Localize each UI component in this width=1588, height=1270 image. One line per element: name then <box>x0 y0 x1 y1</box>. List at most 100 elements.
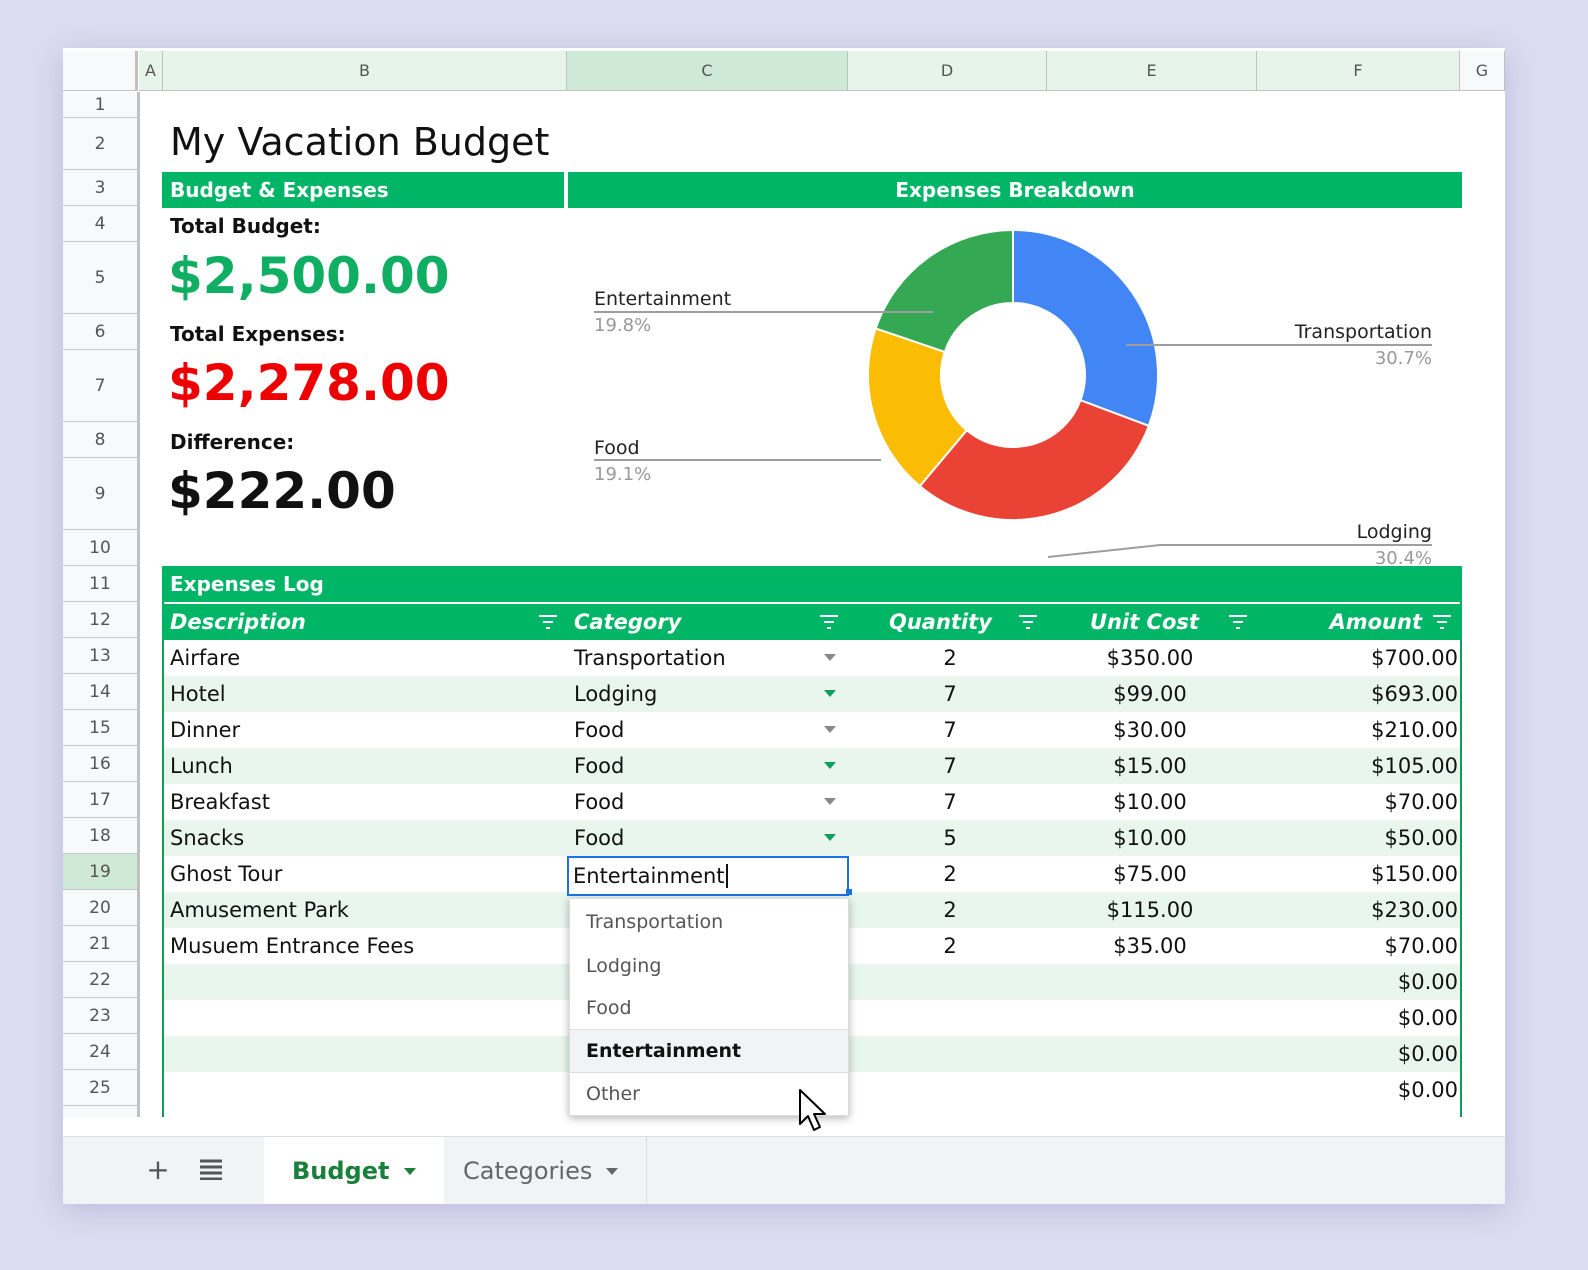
amount-cell[interactable]: $210.00 <box>1260 712 1458 748</box>
column-title-category[interactable]: Category <box>574 604 681 640</box>
chevron-down-icon[interactable] <box>606 1167 619 1175</box>
description-cell[interactable]: Amusement Park <box>170 892 349 928</box>
select-all-corner[interactable] <box>63 51 138 91</box>
category-cell[interactable]: Lodging <box>574 676 657 712</box>
column-header-f[interactable]: F <box>1257 51 1460 91</box>
row-header[interactable]: 13 <box>63 638 137 674</box>
filter-icon[interactable] <box>1228 614 1248 630</box>
filter-icon[interactable] <box>538 614 558 630</box>
row-header[interactable]: 9 <box>63 458 137 530</box>
description-cell[interactable]: Breakfast <box>170 784 270 820</box>
column-title-description[interactable]: Description <box>170 604 306 640</box>
amount-cell[interactable]: $0.00 <box>1260 964 1458 1000</box>
chevron-down-icon[interactable] <box>824 762 836 769</box>
column-title-amount[interactable]: Amount <box>1329 604 1422 640</box>
description-cell[interactable]: Lunch <box>170 748 233 784</box>
dropdown-option-lodging[interactable]: Lodging <box>570 945 848 987</box>
row-header[interactable]: 20 <box>63 890 137 926</box>
column-header-g[interactable]: G <box>1460 51 1505 91</box>
unit-cost-cell[interactable] <box>1050 1000 1250 1036</box>
amount-cell[interactable]: $0.00 <box>1260 1072 1458 1108</box>
filter-icon[interactable] <box>1018 614 1038 630</box>
description-cell[interactable]: Musuem Entrance Fees <box>170 928 414 964</box>
quantity-cell[interactable] <box>850 1000 1050 1036</box>
description-cell[interactable]: Ghost Tour <box>170 856 282 892</box>
quantity-cell[interactable]: 7 <box>850 712 1050 748</box>
row-header[interactable]: 22 <box>63 962 137 998</box>
category-cell[interactable]: Food <box>574 712 624 748</box>
row-header[interactable]: 12 <box>63 602 137 638</box>
row-header[interactable]: 21 <box>63 926 137 962</box>
unit-cost-cell[interactable]: $75.00 <box>1050 856 1250 892</box>
column-header-d[interactable]: D <box>848 51 1047 91</box>
unit-cost-cell[interactable]: $350.00 <box>1050 640 1250 676</box>
amount-cell[interactable]: $230.00 <box>1260 892 1458 928</box>
column-header-a[interactable]: A <box>139 51 163 91</box>
chevron-down-icon[interactable] <box>824 726 836 733</box>
donut-slice-transportation[interactable] <box>1012 228 1159 428</box>
plus-icon[interactable]: + <box>138 1149 178 1189</box>
row-header[interactable]: 11 <box>63 566 137 602</box>
row-header[interactable]: 16 <box>63 746 137 782</box>
category-cell[interactable]: Transportation <box>574 640 726 676</box>
dropdown-option-transportation[interactable]: Transportation <box>570 901 848 943</box>
row-header[interactable]: 5 <box>63 242 137 314</box>
chevron-down-icon[interactable] <box>824 834 836 841</box>
expenses-log-header[interactable]: Expenses Log <box>162 566 1462 602</box>
row-header[interactable]: 6 <box>63 314 137 350</box>
amount-cell[interactable]: $693.00 <box>1260 676 1458 712</box>
row-header[interactable]: 8 <box>63 422 137 458</box>
unit-cost-cell[interactable]: $99.00 <box>1050 676 1250 712</box>
sheet-tab-budget[interactable]: Budget <box>264 1137 444 1204</box>
category-cell[interactable]: Food <box>574 748 624 784</box>
unit-cost-cell[interactable]: $10.00 <box>1050 784 1250 820</box>
quantity-cell[interactable] <box>850 964 1050 1000</box>
quantity-cell[interactable]: 2 <box>850 892 1050 928</box>
sheet-tab-categories[interactable]: Categories <box>435 1137 648 1204</box>
row-header[interactable]: 10 <box>63 530 137 566</box>
unit-cost-cell[interactable]: $10.00 <box>1050 820 1250 856</box>
quantity-cell[interactable]: 7 <box>850 748 1050 784</box>
quantity-cell[interactable]: 2 <box>850 928 1050 964</box>
amount-cell[interactable]: $50.00 <box>1260 820 1458 856</box>
column-title-unit-cost[interactable]: Unit Cost <box>1090 604 1199 640</box>
row-header[interactable]: 24 <box>63 1034 137 1070</box>
list-icon[interactable] <box>191 1149 231 1189</box>
column-title-quantity[interactable]: Quantity <box>889 604 992 640</box>
filter-icon[interactable] <box>1432 614 1452 630</box>
amount-cell[interactable]: $70.00 <box>1260 784 1458 820</box>
donut-slice-entertainment[interactable] <box>874 228 1014 354</box>
unit-cost-cell[interactable] <box>1050 1036 1250 1072</box>
column-header-e[interactable]: E <box>1047 51 1257 91</box>
row-header[interactable]: 7 <box>63 350 137 422</box>
row-header[interactable]: 3 <box>63 170 137 206</box>
amount-cell[interactable]: $0.00 <box>1260 1036 1458 1072</box>
unit-cost-cell[interactable]: $115.00 <box>1050 892 1250 928</box>
quantity-cell[interactable] <box>850 1072 1050 1108</box>
amount-cell[interactable]: $150.00 <box>1260 856 1458 892</box>
amount-cell[interactable]: $70.00 <box>1260 928 1458 964</box>
row-header[interactable]: 23 <box>63 998 137 1034</box>
dropdown-option-food[interactable]: Food <box>570 987 848 1029</box>
sheet-grid[interactable]: My Vacation Budget Budget & Expenses Exp… <box>140 92 1505 1131</box>
row-header[interactable]: 4 <box>63 206 137 242</box>
quantity-cell[interactable]: 7 <box>850 784 1050 820</box>
unit-cost-cell[interactable]: $35.00 <box>1050 928 1250 964</box>
expenses-donut-chart[interactable]: Transportation 30.7% Lodging 30.4% Food … <box>140 92 1505 612</box>
quantity-cell[interactable]: 5 <box>850 820 1050 856</box>
row-header[interactable]: 2 <box>63 118 137 170</box>
filter-icon[interactable] <box>819 614 839 630</box>
row-header[interactable]: 1 <box>63 92 137 118</box>
amount-cell[interactable]: $105.00 <box>1260 748 1458 784</box>
amount-cell[interactable]: $0.00 <box>1260 1000 1458 1036</box>
row-header[interactable]: 14 <box>63 674 137 710</box>
unit-cost-cell[interactable] <box>1050 964 1250 1000</box>
unit-cost-cell[interactable] <box>1050 1072 1250 1108</box>
fill-handle[interactable] <box>846 889 852 895</box>
quantity-cell[interactable] <box>850 1036 1050 1072</box>
row-header-selected[interactable]: 19 <box>63 854 137 890</box>
chevron-down-icon[interactable] <box>403 1167 416 1175</box>
column-header-b[interactable]: B <box>163 51 567 91</box>
dropdown-option-entertainment[interactable]: Entertainment <box>570 1029 848 1073</box>
chevron-down-icon[interactable] <box>824 654 836 661</box>
